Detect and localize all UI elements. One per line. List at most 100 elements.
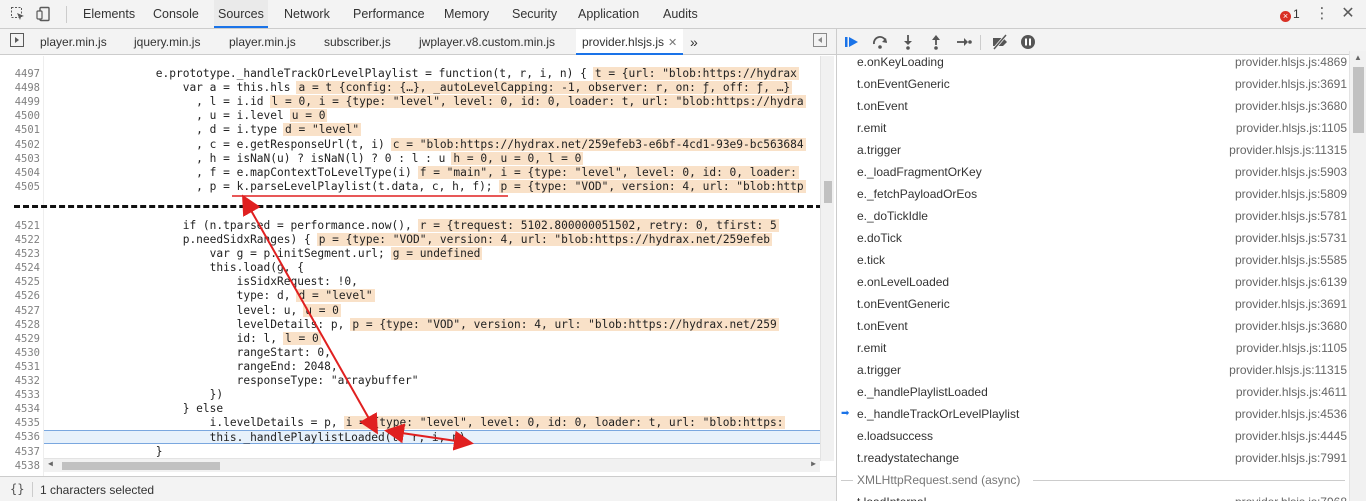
- file-tab-jquery-min[interactable]: jquery.min.js: [134, 29, 200, 54]
- code-line[interactable]: id: l, l = 0: [44, 331, 820, 346]
- call-frame[interactable]: e.doTick provider.hlsjs.js:5731: [837, 227, 1349, 249]
- code-line[interactable]: }: [44, 445, 820, 459]
- pause-on-exceptions-icon[interactable]: [1019, 33, 1037, 51]
- code-line[interactable]: var g = p.initSegment.url; g = undefined: [44, 247, 820, 261]
- line-number[interactable]: 4498: [0, 81, 42, 95]
- line-number[interactable]: 4497: [0, 67, 42, 81]
- line-number[interactable]: 4523: [0, 247, 42, 261]
- toggle-debugger-icon[interactable]: [812, 33, 828, 49]
- line-number[interactable]: 4532: [0, 374, 42, 388]
- scroll-right-icon[interactable]: ▶: [811, 459, 816, 468]
- call-frame[interactable]: t.onEvent provider.hlsjs.js:3680: [837, 95, 1349, 117]
- call-frame[interactable]: t.loadInternal provider.hlsjs.js:7968: [837, 491, 1349, 501]
- code-line[interactable]: level: u, u = 0: [44, 303, 820, 318]
- line-number[interactable]: 4503: [0, 152, 42, 166]
- device-toolbar-icon[interactable]: [36, 6, 52, 22]
- more-tabs-button[interactable]: »: [690, 29, 698, 54]
- tab-performance[interactable]: Performance: [353, 0, 425, 28]
- frame-location-link[interactable]: provider.hlsjs.js:3680: [1235, 315, 1347, 337]
- tab-console[interactable]: Console: [153, 0, 199, 28]
- tab-application[interactable]: Application: [578, 0, 639, 28]
- more-options-icon[interactable]: ⋮: [1314, 6, 1330, 22]
- frame-location-link[interactable]: provider.hlsjs.js:6139: [1235, 271, 1347, 293]
- line-number[interactable]: 4521: [0, 219, 42, 233]
- error-count-badge[interactable]: × 1: [1280, 6, 1300, 22]
- frame-location-link[interactable]: provider.hlsjs.js:5585: [1235, 249, 1347, 271]
- frame-location-link[interactable]: provider.hlsjs.js:7991: [1235, 447, 1347, 469]
- call-frame[interactable]: ➡ e._handleTrackOrLevelPlaylist provider.h…: [837, 403, 1349, 425]
- code-line[interactable]: levelDetails: p, p = {type: "VOD", versio…: [44, 317, 820, 332]
- frame-location-link[interactable]: provider.hlsjs.js:4536: [1235, 403, 1347, 425]
- line-number[interactable]: 4526: [0, 289, 42, 303]
- frame-location-link[interactable]: provider.hlsjs.js:3691: [1235, 293, 1347, 315]
- tab-security[interactable]: Security: [512, 0, 557, 28]
- inspect-element-icon[interactable]: [10, 6, 26, 22]
- code-line[interactable]: p.needSidxRanges) {p = {type: "VOD", ver…: [44, 233, 820, 247]
- tab-audits[interactable]: Audits: [663, 0, 698, 28]
- code-line[interactable]: }): [44, 388, 820, 402]
- pretty-print-button[interactable]: {}: [10, 482, 24, 496]
- line-number[interactable]: 4529: [0, 332, 42, 346]
- code-line[interactable]: rangeEnd: 2048,: [44, 360, 820, 374]
- code-line[interactable]: , d = i.type d = "level": [44, 123, 820, 137]
- code-line[interactable]: , f = e.mapContextToLevelType(i) f = "mai…: [44, 165, 820, 180]
- call-frame[interactable]: e._fetchPayloadOrEos provider.hlsjs.js:58…: [837, 183, 1349, 205]
- scrollbar-thumb[interactable]: [824, 181, 832, 203]
- close-devtools-icon[interactable]: ✕: [1340, 6, 1356, 22]
- frame-location-link[interactable]: provider.hlsjs.js:5731: [1235, 227, 1347, 249]
- file-tab-provider-hlsjs[interactable]: provider.hlsjs.js ✕: [576, 29, 684, 55]
- call-frame[interactable]: e._handlePlaylistLoaded provider.hlsjs.js…: [837, 381, 1349, 403]
- call-frame[interactable]: e._doTickIdle provider.hlsjs.js:5781: [837, 205, 1349, 227]
- tab-memory[interactable]: Memory: [444, 0, 489, 28]
- line-number[interactable]: 4533: [0, 388, 42, 402]
- code-line[interactable]: } else: [44, 402, 820, 416]
- code-line[interactable]: , u = i.level u = 0: [44, 109, 820, 123]
- line-number[interactable]: 4524: [0, 261, 42, 275]
- call-frame[interactable]: t.onEventGeneric provider.hlsjs.js:3691: [837, 293, 1349, 315]
- file-tab-player-min[interactable]: player.min.js: [40, 29, 107, 54]
- call-frame[interactable]: e._loadFragmentOrKey provider.hlsjs.js:59…: [837, 161, 1349, 183]
- frame-location-link[interactable]: provider.hlsjs.js:3691: [1235, 73, 1347, 95]
- code-line[interactable]: responseType: "arraybuffer": [44, 374, 820, 388]
- frame-location-link[interactable]: provider.hlsjs.js:1105: [1236, 337, 1347, 359]
- close-tab-icon[interactable]: ✕: [668, 37, 677, 49]
- line-number[interactable]: 4499: [0, 95, 42, 109]
- file-tab-subscriber[interactable]: subscriber.js: [324, 29, 391, 54]
- call-frame[interactable]: t.onEventGeneric provider.hlsjs.js:3691: [837, 73, 1349, 95]
- call-frame[interactable]: t.onEvent provider.hlsjs.js:3680: [837, 315, 1349, 337]
- code-line[interactable]: , h = isNaN(u) ? isNaN(l) ? 0 : l : u h =…: [44, 151, 820, 166]
- code-line[interactable]: isSidxRequest: !0,: [44, 275, 820, 289]
- step-out-icon[interactable]: [927, 33, 945, 51]
- line-number[interactable]: 4531: [0, 360, 42, 374]
- step-icon[interactable]: [955, 33, 973, 51]
- code-line[interactable]: e.prototype._handleTrackOrLevelPlaylist …: [44, 67, 820, 81]
- tab-elements[interactable]: Elements: [83, 0, 135, 28]
- code-line[interactable]: type: d, d = "level": [44, 289, 820, 303]
- frame-location-link[interactable]: provider.hlsjs.js:1105: [1236, 117, 1347, 139]
- code-line[interactable]: i.levelDetails = p, i = {type: "level", l…: [44, 416, 820, 430]
- scrollbar-thumb[interactable]: [62, 462, 220, 470]
- call-frame[interactable]: t.readystatechange provider.hlsjs.js:7991: [837, 447, 1349, 469]
- line-number[interactable]: 4536: [0, 430, 42, 444]
- call-frame[interactable]: a.trigger provider.hlsjs.js:11315: [837, 359, 1349, 381]
- step-over-icon[interactable]: [871, 33, 889, 51]
- code-line[interactable]: if (n.tparsed = performance.now(), r = {t…: [44, 218, 820, 233]
- code-editor[interactable]: 4497 4498 4499 4500 4501 4502 4503 4504 4505 4521…: [0, 56, 836, 476]
- editor-horizontal-scrollbar[interactable]: ◀ ▶: [44, 458, 820, 472]
- editor-vertical-scrollbar[interactable]: [820, 56, 834, 461]
- code-line[interactable]: this.load(g, {: [44, 261, 820, 275]
- call-frame[interactable]: e.onLevelLoaded provider.hlsjs.js:6139: [837, 271, 1349, 293]
- code-line[interactable]: , c = e.getResponseUrl(t, i) c = "blob:ht…: [44, 137, 820, 152]
- frame-location-link[interactable]: provider.hlsjs.js:5903: [1235, 161, 1347, 183]
- call-frame[interactable]: e.onKeyLoading provider.hlsjs.js:4869: [837, 51, 1349, 73]
- line-number[interactable]: 4501: [0, 123, 42, 137]
- frame-location-link[interactable]: provider.hlsjs.js:4869: [1235, 51, 1347, 73]
- code-line[interactable]: rangeStart: 0,: [44, 346, 820, 360]
- line-number[interactable]: 4538: [0, 459, 42, 473]
- line-number[interactable]: 4527: [0, 304, 42, 318]
- line-number-gutter[interactable]: 4497 4498 4499 4500 4501 4502 4503 4504 4505 4521…: [0, 56, 44, 476]
- scrollbar-thumb[interactable]: [1353, 67, 1364, 133]
- tab-network[interactable]: Network: [284, 0, 330, 28]
- frame-location-link[interactable]: provider.hlsjs.js:7968: [1235, 491, 1347, 501]
- code-line[interactable]: , p = k.parseLevelPlaylist(t.data, c, h,…: [44, 179, 820, 194]
